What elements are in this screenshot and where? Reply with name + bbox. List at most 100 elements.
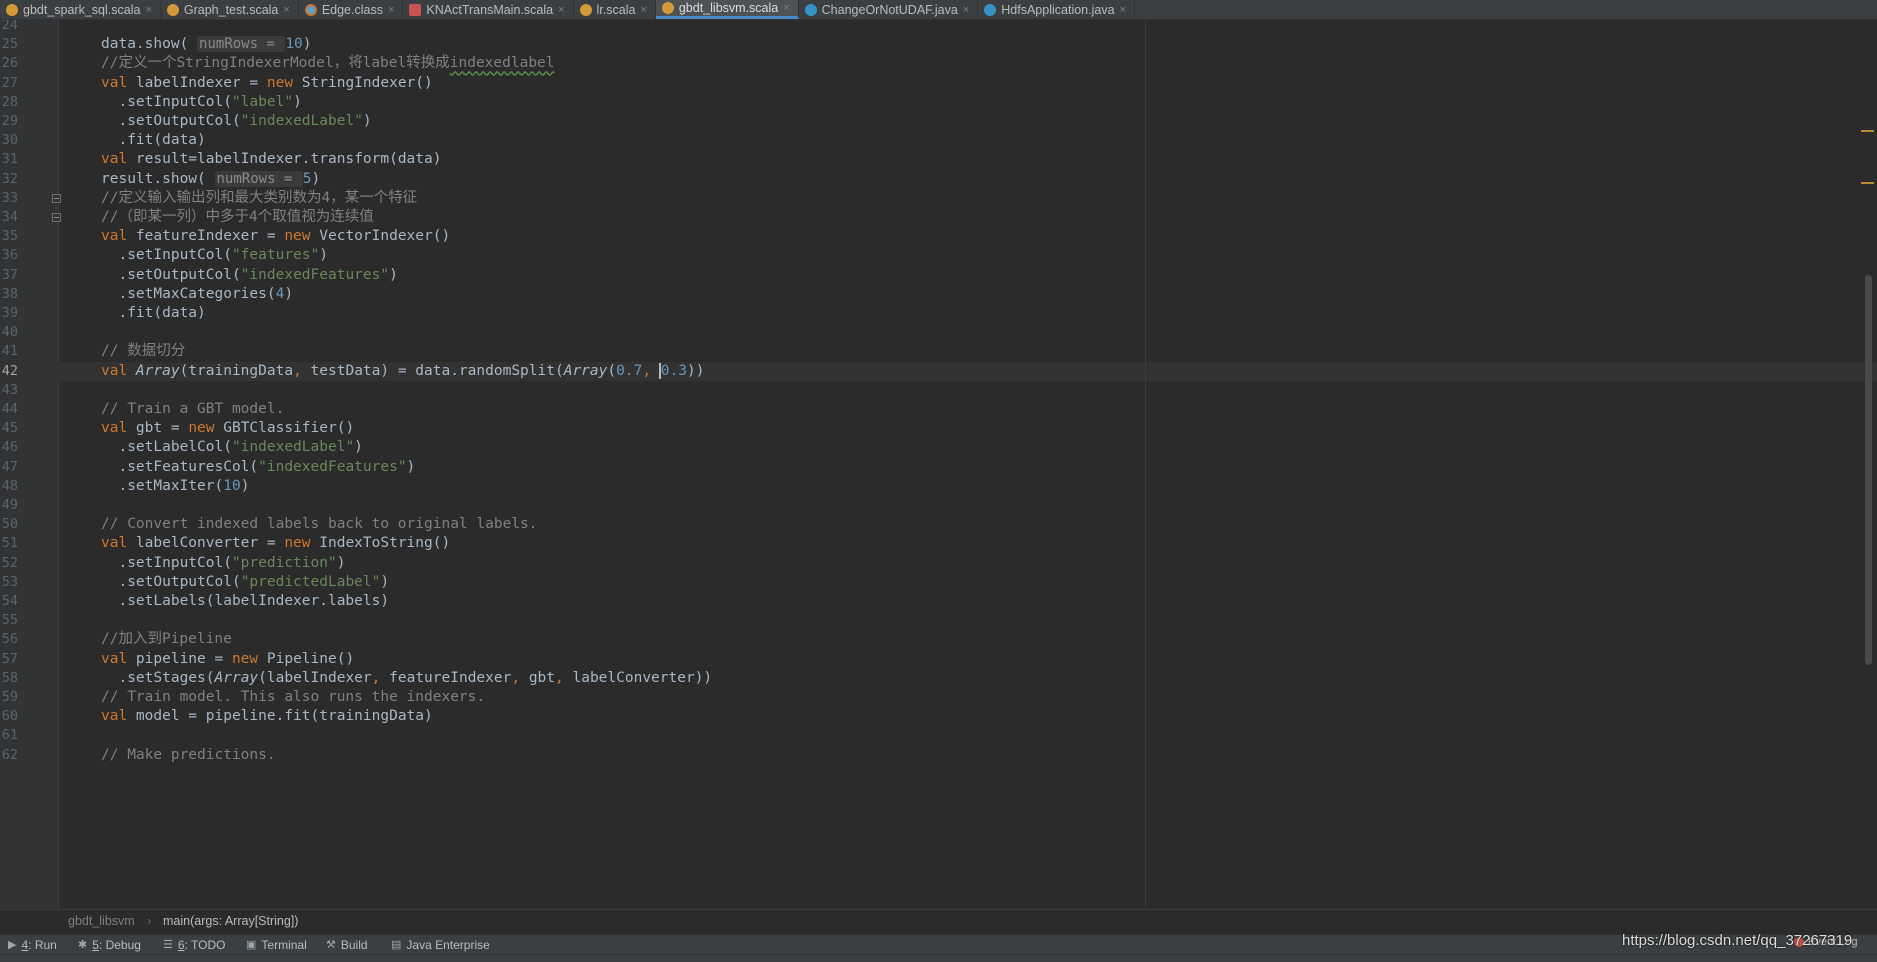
code-line[interactable]: 27 val labelIndexer = new StringIndexer() [0, 74, 1877, 93]
code-token: ) [319, 247, 328, 264]
code-token: testData) = data.randomSplit( [310, 362, 564, 379]
code-line[interactable]: 54 .setLabels(labelIndexer.labels) [0, 592, 1877, 611]
line-number: 62 [1, 746, 18, 763]
close-tab-icon[interactable]: × [558, 4, 564, 16]
code-line[interactable]: 52 .setInputCol("prediction") [0, 554, 1877, 573]
tab-gbdt-spark-sql-scala[interactable]: gbdt_spark_sql.scala × [0, 0, 161, 19]
code-token: 0.3 [658, 362, 687, 379]
close-tab-icon[interactable]: × [963, 4, 969, 16]
fold-marker-icon[interactable] [52, 193, 61, 203]
code-line[interactable]: 35 val featureIndexer = new VectorIndexer… [0, 227, 1877, 246]
code-line[interactable]: 32 result.show( numRows = 5) [0, 170, 1877, 189]
code-line[interactable]: 31 val result=labelIndexer.transform(data… [0, 150, 1877, 169]
code-text: .setOutputCol("predictedLabel") [101, 573, 389, 592]
code-line[interactable]: 33 //定义输入输出列和最大类别数为4，某一个特征 [0, 189, 1877, 208]
code-line[interactable]: 24 [0, 20, 1877, 35]
code-line[interactable]: 25 data.show( numRows = 10) [0, 35, 1877, 54]
code-token: new [188, 420, 224, 437]
code-line[interactable]: 34 //（即某一列）中多于4个取值视为连续值 [0, 208, 1877, 227]
code-token: VectorIndexer() [319, 228, 451, 245]
close-tab-icon[interactable]: × [145, 4, 151, 16]
code-line[interactable]: 38 .setMaxCategories(4) [0, 285, 1877, 304]
code-editor[interactable]: 24 25 data.show( numRows = 10) 26 //定义一个Stri… [0, 20, 1877, 908]
code-line[interactable]: 57 val pipeline = new Pipeline() [0, 650, 1877, 669]
scala-file-icon [166, 3, 179, 16]
code-token: "features" [231, 247, 320, 264]
code-token: .setOutputCol( [101, 573, 241, 590]
tab-lr-scala[interactable]: lr.scala × [574, 0, 656, 19]
close-tab-icon[interactable]: × [783, 2, 789, 14]
close-tab-icon[interactable]: × [283, 4, 289, 16]
close-tab-icon[interactable]: × [640, 4, 646, 16]
code-line[interactable]: 30 .fit(data) [0, 131, 1877, 150]
code-line[interactable]: 45 val gbt = new GBTClassifier() [0, 419, 1877, 438]
breadcrumb-file[interactable]: gbdt_libsvm [68, 910, 135, 933]
code-line[interactable]: 40 [0, 323, 1877, 342]
code-token: .setStages( [101, 669, 215, 686]
code-line[interactable]: 55 [0, 611, 1877, 630]
tab-graph-test-scala[interactable]: Graph_test.scala × [161, 0, 299, 19]
code-text: .fit(data) [101, 131, 205, 150]
code-token: model = pipeline.fit(trainingData) [135, 708, 433, 725]
tab-hdfsapplication-java[interactable]: HdfsApplication.java × [978, 0, 1135, 19]
code-line[interactable]: 50 // Convert indexed labels back to orig… [0, 515, 1877, 534]
code-line[interactable]: 26 //定义一个StringIndexerModel，将label转换成inde… [0, 54, 1877, 73]
terminal-label: Terminal [261, 938, 307, 952]
code-token: data.show( [101, 36, 198, 53]
code-text: .setMaxCategories(4) [101, 285, 293, 304]
java-enterprise-tool-button[interactable]: ▤ Java Enterprise [391, 935, 490, 955]
tab-gbdt-libsvm-scala[interactable]: gbdt_libsvm.scala × [655, 0, 799, 19]
code-line[interactable]: 36 .setInputCol("features") [0, 246, 1877, 265]
watermark-url: https://blog.csdn.net/qq_37267319 [1622, 932, 1853, 949]
warning-marker[interactable] [1861, 130, 1874, 132]
tab-edge-class[interactable]: Edge.class × [299, 0, 404, 19]
code-line[interactable]: 43 [0, 381, 1877, 400]
code-line[interactable]: 29 .setOutputCol("indexedLabel") [0, 112, 1877, 131]
code-line[interactable]: 39 .fit(data) [0, 304, 1877, 323]
code-line[interactable]: 53 .setOutputCol("predictedLabel") [0, 573, 1877, 592]
code-line[interactable]: 44 // Train a GBT model. [0, 400, 1877, 419]
code-line[interactable]: 47 .setFeaturesCol("indexedFeatures") [0, 458, 1877, 477]
code-line[interactable]: 49 [0, 496, 1877, 515]
tab-changeornotudaf-java[interactable]: ChangeOrNotUDAF.java × [799, 0, 979, 19]
code-line[interactable]: 60 val model = pipeline.fit(trainingData) [0, 707, 1877, 726]
debug-tool-button[interactable]: ✱ 5: Debug [78, 935, 141, 955]
todo-tool-button[interactable]: ☰ 6: TODO [163, 935, 225, 955]
close-tab-icon[interactable]: × [388, 4, 394, 16]
code-line[interactable]: 51 val labelConverter = new IndexToString… [0, 534, 1877, 553]
code-line[interactable]: 59 // Train model. This also runs the ind… [0, 688, 1877, 707]
code-token: .setInputCol( [101, 93, 232, 110]
run-tool-button[interactable]: ▶ 4: Run [8, 935, 57, 955]
java-enterprise-icon: ▤ [391, 939, 402, 951]
terminal-tool-button[interactable]: ▣ Terminal [246, 935, 307, 955]
code-line[interactable]: 42 val Array(trainingData, testData) = da… [0, 361, 1877, 381]
code-token: , [555, 669, 573, 686]
warning-marker[interactable] [1861, 182, 1874, 184]
fold-marker-icon[interactable] [52, 213, 61, 222]
code-line[interactable]: 37 .setOutputCol("indexedFeatures") [0, 266, 1877, 285]
code-token: .setMaxCategories( [101, 285, 276, 302]
code-line[interactable]: 41 // 数据切分 [0, 342, 1877, 361]
todo-label: : TODO [184, 938, 226, 952]
code-line[interactable]: 61 [0, 726, 1877, 745]
code-token: val [101, 420, 136, 437]
line-number: 28 [1, 93, 18, 110]
java-class-icon [984, 3, 997, 16]
code-text: // Make predictions. [101, 746, 276, 765]
tab-knacttransmain-scala[interactable]: KNActTransMain.scala × [403, 0, 574, 19]
breadcrumb-method[interactable]: main(args: Array[String]) [163, 910, 298, 933]
line-number: 49 [1, 497, 18, 513]
code-line[interactable]: 48 .setMaxIter(10) [0, 477, 1877, 496]
code-line[interactable]: 56 //加入到Pipeline [0, 630, 1877, 649]
code-line[interactable]: 62 // Make predictions. [0, 746, 1877, 765]
code-token: IndexToString() [319, 535, 451, 552]
close-tab-icon[interactable]: × [1120, 4, 1126, 16]
code-token: ) [293, 93, 302, 110]
code-line[interactable]: 58 .setStages(Array(labelIndexer, featur… [0, 669, 1877, 688]
code-line[interactable]: 28 .setInputCol("label") [0, 93, 1877, 112]
scala-object-icon [409, 3, 422, 16]
scrollbar-thumb[interactable] [1865, 275, 1872, 665]
code-token: gbt = [135, 420, 189, 437]
build-tool-button[interactable]: ⚒ Build [326, 935, 368, 955]
code-line[interactable]: 46 .setLabelCol("indexedLabel") [0, 438, 1877, 457]
